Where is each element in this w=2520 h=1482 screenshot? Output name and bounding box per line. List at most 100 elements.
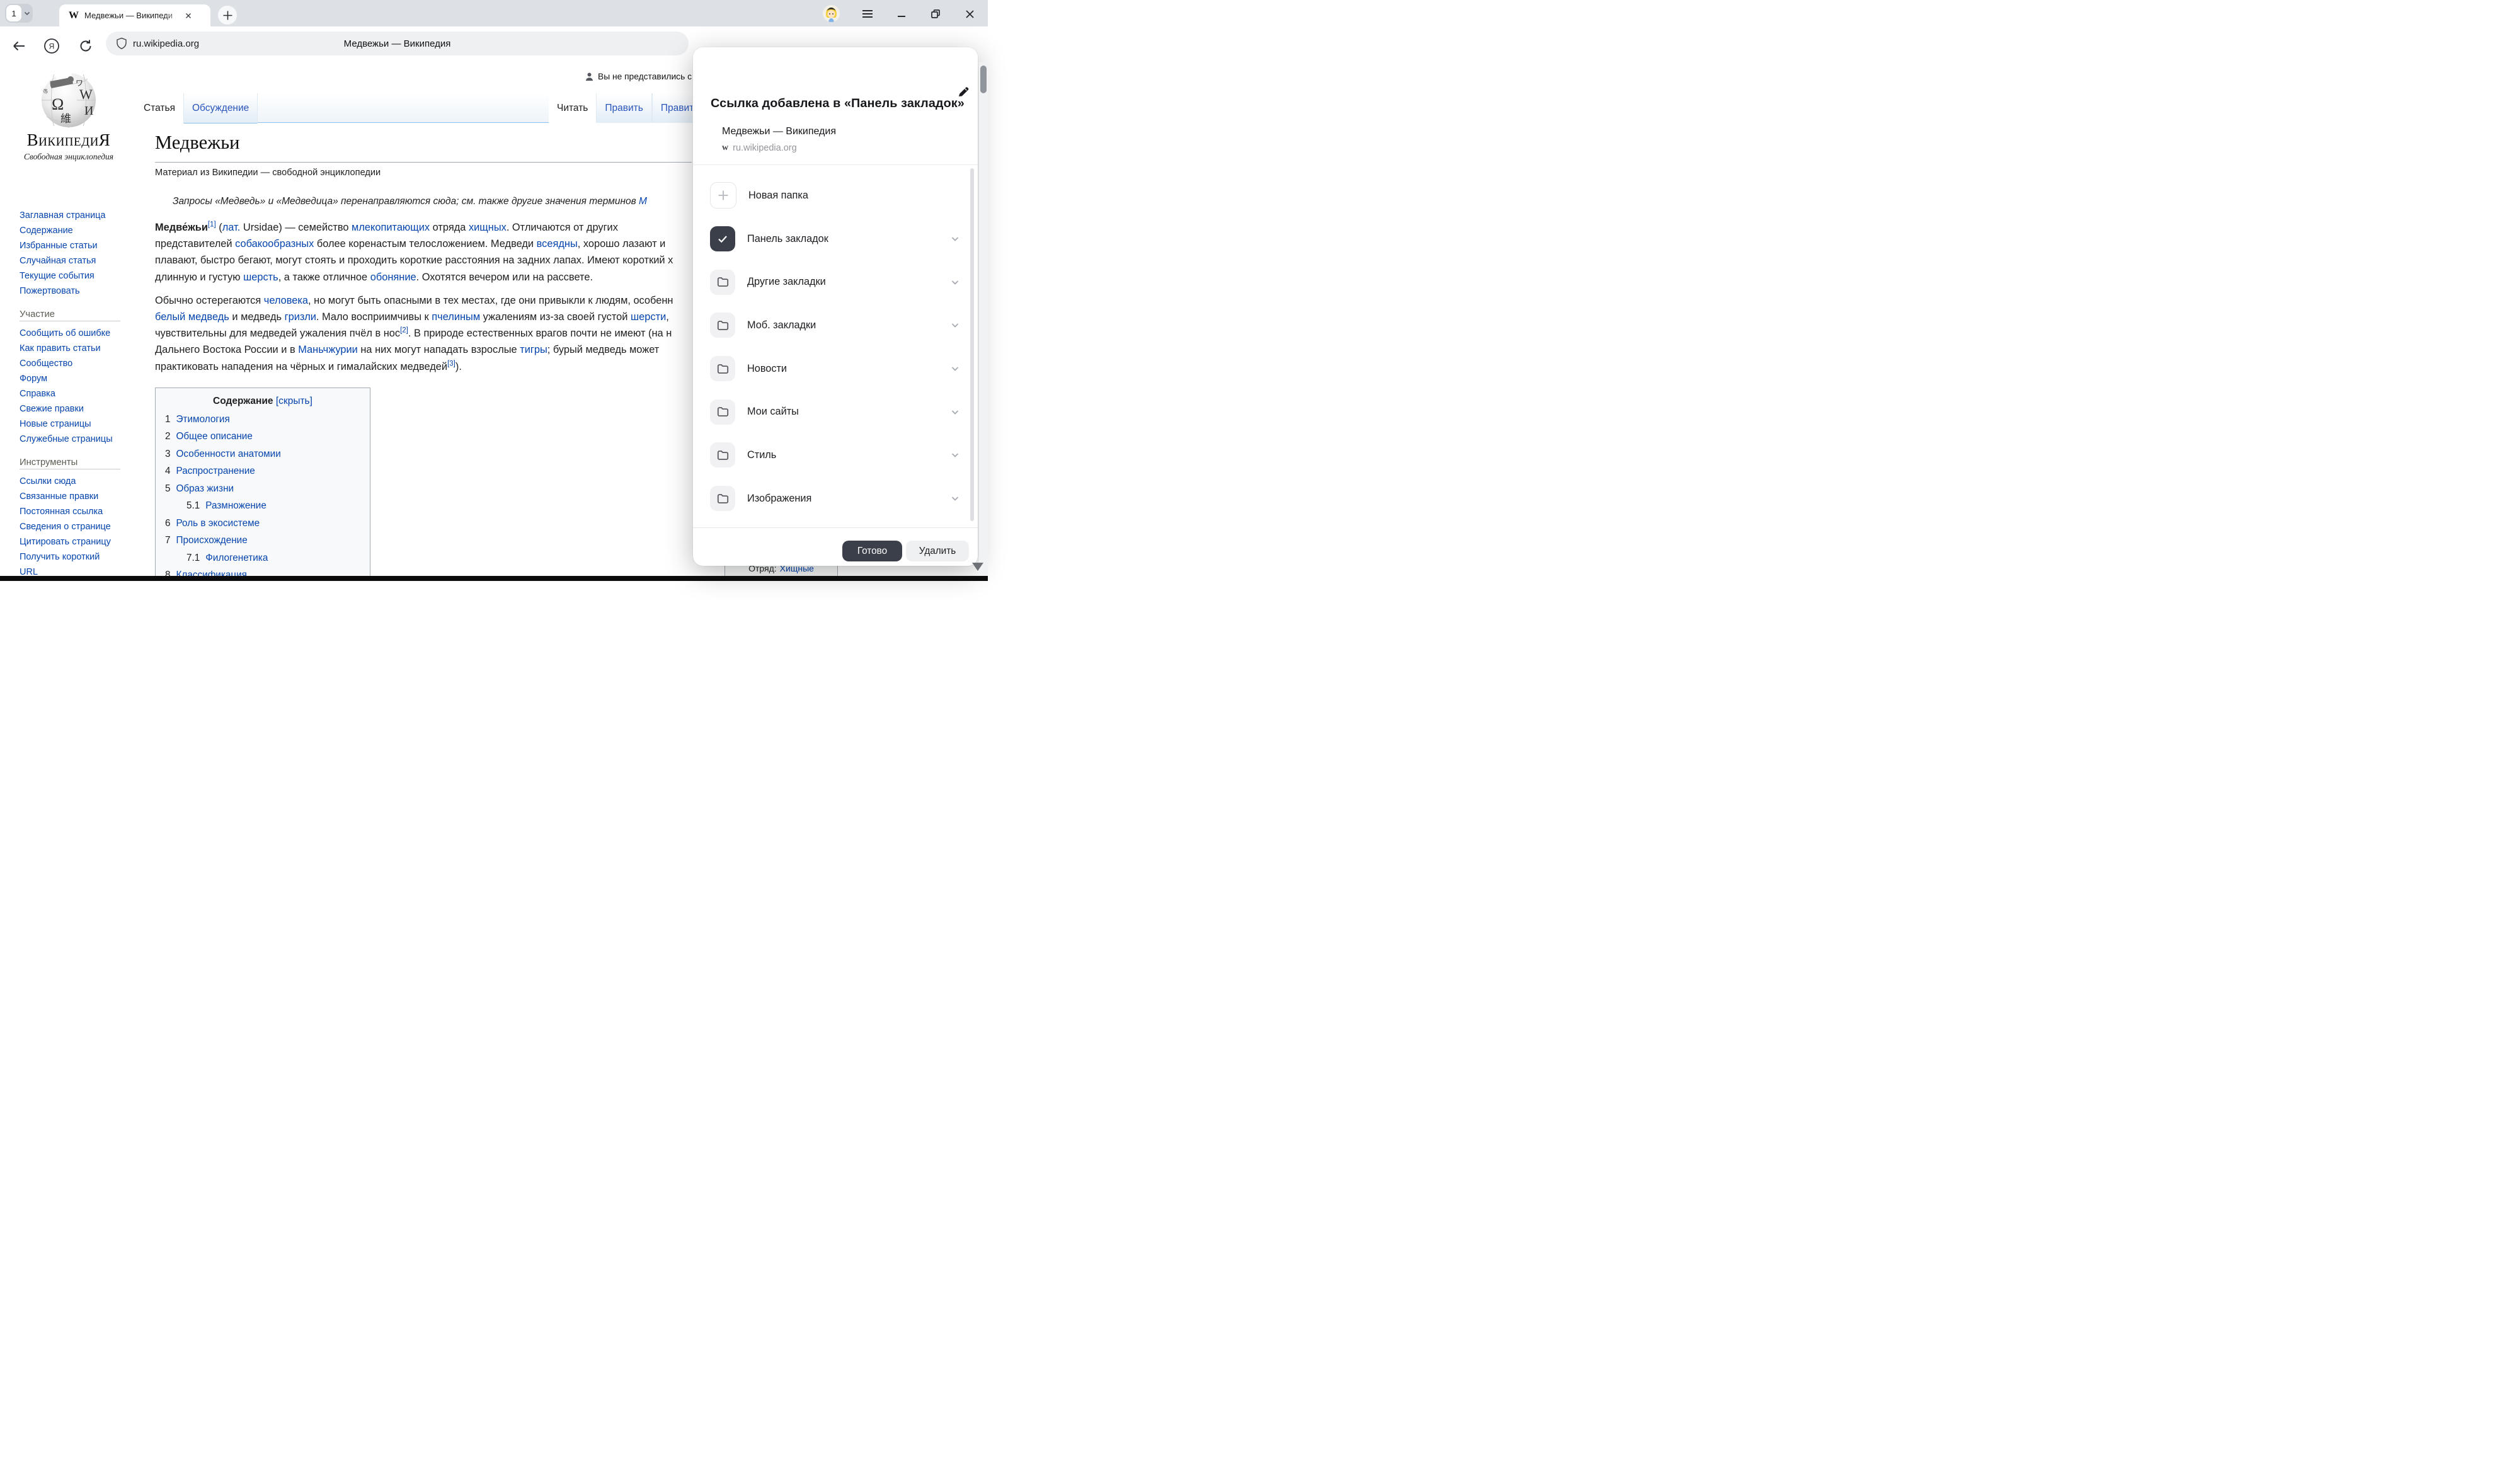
bookmark-name[interactable]: Медвежьи — Википедия <box>722 126 836 137</box>
toc-item[interactable]: 6Роль в экосистеме <box>165 515 360 532</box>
article-link[interactable]: всеядны <box>537 238 578 250</box>
toc-item[interactable]: 3Особенности анатомии <box>165 445 360 463</box>
minimize-icon[interactable] <box>894 6 909 21</box>
sidebar-link[interactable]: Сообщить об ошибке <box>20 326 120 341</box>
article-link[interactable]: обоняние <box>370 272 416 283</box>
done-button[interactable]: Готово <box>842 541 902 561</box>
menu-icon[interactable] <box>860 6 875 21</box>
sidebar-link[interactable]: Как править статьи <box>20 341 120 356</box>
sidebar-link[interactable]: Связанные правки <box>20 489 120 504</box>
article-link[interactable]: белый медведь <box>155 311 229 323</box>
toc-item-link[interactable]: Филогенетика <box>205 553 268 564</box>
page-tab[interactable]: Править ко <box>652 93 692 123</box>
sidebar-link[interactable]: Случайная статья <box>20 253 120 268</box>
bookmark-folder-item[interactable]: Мои сайты <box>693 390 978 434</box>
dialog-scrollbar[interactable] <box>970 168 974 521</box>
chevron-down-icon[interactable] <box>950 320 960 330</box>
chevron-down-icon[interactable] <box>950 450 960 460</box>
bookmark-folder-item[interactable]: Стиль <box>693 434 978 477</box>
page-tab[interactable]: Обсуждение <box>183 93 258 123</box>
tab-counter-button[interactable]: 1 <box>5 4 33 23</box>
sidebar-link[interactable]: Ссылки сюда <box>20 474 120 489</box>
sidebar-link[interactable]: Постоянная ссылка <box>20 504 120 519</box>
bookmark-folder-item[interactable]: Панель закладок <box>693 217 978 261</box>
toc-item-link[interactable]: Классификация <box>176 570 247 576</box>
restore-icon[interactable] <box>928 6 943 21</box>
toc-item[interactable]: 1Этимология <box>165 411 360 428</box>
toc-item[interactable]: 5.1Размножение <box>165 498 360 515</box>
toc-item[interactable]: 8Классификация <box>165 567 360 577</box>
article-link[interactable]: шерсть <box>243 272 278 283</box>
sidebar-link[interactable]: Текущие события <box>20 268 120 284</box>
article-link[interactable]: пчелиным <box>432 311 480 323</box>
page-tab[interactable]: Читать <box>549 93 596 123</box>
sidebar-link[interactable]: Новые страницы <box>20 416 120 432</box>
close-window-icon[interactable] <box>962 6 977 21</box>
bookmark-folder-item[interactable]: Другие закладки <box>693 260 978 304</box>
toc-item[interactable]: 7Происхождение <box>165 532 360 550</box>
chevron-down-icon[interactable] <box>950 234 960 244</box>
wikipedia-logo[interactable]: Ω W И 維 ワ ঙ <box>21 71 116 130</box>
article-link[interactable]: человека <box>264 295 308 306</box>
article-link[interactable]: Маньчжурии <box>298 344 358 355</box>
toc-item[interactable]: 2Общее описание <box>165 428 360 446</box>
article-link[interactable]: М <box>639 196 647 207</box>
sidebar-link[interactable]: Получить короткий URL <box>20 549 120 576</box>
article-link[interactable]: шерсти <box>631 311 666 323</box>
article-link[interactable]: хищных <box>469 222 507 233</box>
avatar[interactable] <box>823 5 840 22</box>
sidebar-link[interactable]: Заглавная страница <box>20 208 120 223</box>
chevron-down-icon[interactable] <box>950 407 960 417</box>
article-link[interactable]: тигры <box>520 344 547 355</box>
tab-close-icon[interactable] <box>184 11 193 20</box>
sidebar-link[interactable]: Справка <box>20 386 120 401</box>
chevron-down-icon[interactable] <box>950 493 960 503</box>
chevron-down-icon[interactable] <box>950 277 960 287</box>
toc-item-link[interactable]: Этимология <box>176 414 230 425</box>
reload-icon[interactable] <box>76 36 96 56</box>
edit-bookmark-icon[interactable] <box>953 81 974 102</box>
toc-item-link[interactable]: Роль в экосистеме <box>176 518 260 529</box>
article-link[interactable]: млекопитающих <box>352 222 430 233</box>
bookmark-folder-item[interactable]: Моб. закладки <box>693 304 978 347</box>
address-bar[interactable]: ru.wikipedia.org Медвежьи — Википедия <box>106 32 689 55</box>
sidebar-link[interactable]: Служебные страницы <box>20 432 120 447</box>
toc-item-link[interactable]: Распространение <box>176 466 255 477</box>
sidebar-link[interactable]: Содержание <box>20 223 120 238</box>
chevron-down-icon[interactable] <box>950 364 960 374</box>
sidebar-link[interactable]: Избранные статьи <box>20 238 120 253</box>
sidebar-link[interactable]: Свежие правки <box>20 401 120 416</box>
bookmark-folder-item[interactable]: Новости <box>693 347 978 391</box>
bookmark-folder-item[interactable]: Изображения <box>693 477 978 520</box>
toc-item[interactable]: 4Распространение <box>165 463 360 481</box>
sidebar-link[interactable]: Сообщество <box>20 356 120 371</box>
page-tab[interactable]: Править <box>596 93 651 123</box>
reference-link[interactable]: [1] <box>208 221 216 229</box>
new-folder-button[interactable]: Новая папка <box>693 174 978 217</box>
toc-hide-link[interactable]: [скрыть] <box>276 396 312 406</box>
toc-item-link[interactable]: Происхождение <box>176 535 248 546</box>
toc-item[interactable]: 5Образ жизни <box>165 480 360 498</box>
page-tab[interactable]: Статья <box>135 93 183 123</box>
reference-link[interactable]: [2] <box>400 327 408 335</box>
toc-item-link[interactable]: Особенности анатомии <box>176 449 281 460</box>
reference-link[interactable]: [3] <box>447 360 455 367</box>
scrollbar-thumb[interactable] <box>980 66 987 93</box>
delete-button[interactable]: Удалить <box>906 541 969 561</box>
sidebar-link[interactable]: Цитировать страницу <box>20 534 120 549</box>
toc-item[interactable]: 7.1Филогенетика <box>165 549 360 567</box>
browser-tab[interactable]: W Медвежьи — Википеди <box>59 4 210 26</box>
sidebar-link[interactable]: Форум <box>20 371 120 386</box>
sidebar-link[interactable]: Сведения о странице <box>20 519 120 534</box>
back-button[interactable] <box>9 36 29 56</box>
page-scrollbar[interactable] <box>979 62 988 576</box>
toc-item-link[interactable]: Образ жизни <box>176 483 234 495</box>
article-link[interactable]: лат. <box>222 222 241 233</box>
article-link[interactable]: собакообразных <box>235 238 314 250</box>
new-tab-button[interactable] <box>218 6 237 25</box>
toc-item-link[interactable]: Общее описание <box>176 431 253 442</box>
article-link[interactable]: гризли <box>285 311 316 323</box>
sidebar-link[interactable]: Пожертвовать <box>20 284 120 299</box>
yandex-services-icon[interactable]: Я <box>42 36 62 56</box>
scrollbar-down-arrow[interactable] <box>972 563 983 571</box>
